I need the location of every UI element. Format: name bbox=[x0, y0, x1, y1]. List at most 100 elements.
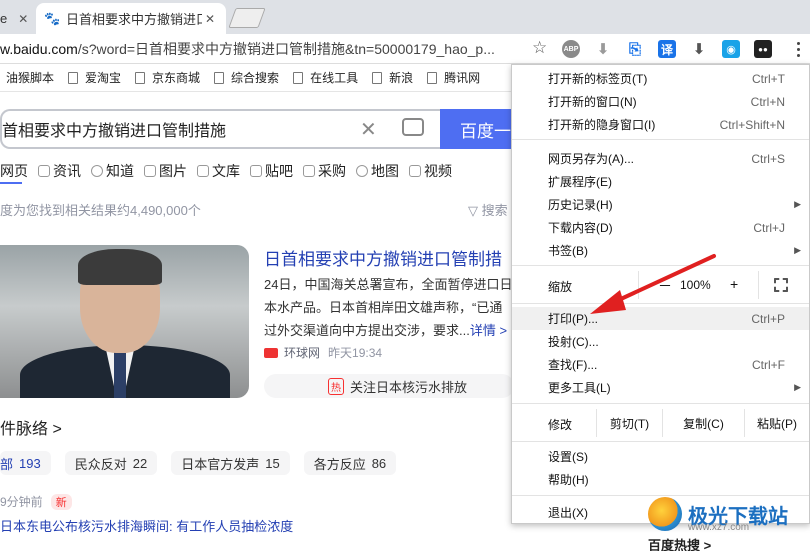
tab-news[interactable]: 资讯 bbox=[38, 161, 81, 181]
address-bar[interactable]: w.baidu.com/s?word=日首相要求中方撤销进口管制措施&tn=50… bbox=[0, 36, 555, 62]
tab-zhidao[interactable]: 知道 bbox=[91, 161, 134, 181]
download-icon[interactable]: ⬇ bbox=[690, 40, 708, 58]
map-pin-icon bbox=[356, 165, 368, 177]
search-button[interactable]: 百度一 bbox=[440, 109, 520, 149]
tab-images[interactable]: 图片 bbox=[144, 161, 187, 181]
menu-item-incognito[interactable]: 打开新的隐身窗口(I) Ctrl+Shift+N bbox=[512, 113, 809, 136]
menu-item-new-window[interactable]: 打开新的窗口(N) Ctrl+N bbox=[512, 90, 809, 113]
timeline-chip[interactable]: 部 193 bbox=[0, 451, 51, 475]
menu-separator bbox=[512, 265, 809, 266]
close-icon[interactable]: ✕ bbox=[202, 12, 218, 26]
cut-button[interactable]: 剪切(T) bbox=[596, 409, 662, 437]
hot-badge: 热 bbox=[328, 377, 344, 395]
menu-item-cast[interactable]: 投射(C)... bbox=[512, 330, 809, 353]
search-query: 首相要求中方撤销进口管制措施 bbox=[2, 123, 227, 140]
download-arrow-icon[interactable]: ⬇ bbox=[594, 40, 612, 58]
tab-strip: e ✕ 🐾 日首相要求中方撤销进口 ✕ bbox=[0, 0, 810, 34]
menu-item-downloads[interactable]: 下载内容(D) Ctrl+J bbox=[512, 216, 809, 239]
url-host: w.baidu.com bbox=[0, 41, 78, 57]
menu-item-find[interactable]: 查找(F)... Ctrl+F bbox=[512, 353, 809, 376]
submenu-arrow-icon: ▶ bbox=[794, 382, 801, 392]
menu-item-help[interactable]: 帮助(H) bbox=[512, 468, 809, 491]
chrome-menu-button[interactable] bbox=[788, 37, 808, 61]
details-link[interactable]: 详情 > bbox=[470, 323, 507, 338]
fullscreen-icon[interactable] bbox=[774, 278, 788, 292]
news-thumbnail[interactable] bbox=[0, 245, 249, 398]
page-icon bbox=[68, 71, 79, 84]
timeline-chip[interactable]: 各方反应 86 bbox=[303, 451, 397, 475]
zoom-in-button[interactable]: + bbox=[730, 276, 738, 292]
new-tab-button[interactable] bbox=[228, 8, 266, 28]
tab-active[interactable]: 🐾 日首相要求中方撤销进口 ✕ bbox=[36, 3, 226, 34]
baidu-hot-search-link[interactable]: 百度热搜 > bbox=[648, 535, 711, 551]
document-icon bbox=[197, 165, 209, 177]
menu-item-new-tab[interactable]: 打开新的标签页(T) Ctrl+T bbox=[512, 67, 809, 90]
tab-tieba[interactable]: 贴吧 bbox=[250, 161, 293, 181]
abp-icon[interactable]: ABP bbox=[562, 40, 580, 58]
news-title-link[interactable]: 日首相要求中方撤销进口管制措 bbox=[264, 245, 514, 270]
news-item-link[interactable]: 日本东电公布核污水排海瞬间: 有工作人员抽检浓度 bbox=[0, 516, 293, 535]
forum-icon bbox=[250, 165, 262, 177]
tab-previous[interactable]: e ✕ bbox=[0, 3, 36, 34]
menu-separator bbox=[512, 303, 809, 304]
bookmark-item[interactable]: 爱淘宝 bbox=[68, 69, 121, 86]
timeline-chip[interactable]: 日本官方发声 15 bbox=[171, 451, 290, 475]
play-icon bbox=[409, 165, 421, 177]
bookmark-item[interactable]: 新浪 bbox=[372, 69, 413, 86]
shopping-icon bbox=[303, 165, 315, 177]
hot-topic-pill[interactable]: 热 关注日本核污水排放 bbox=[264, 374, 514, 398]
tab-wenku[interactable]: 文库 bbox=[197, 161, 240, 181]
watermark-logo: 极光下载站 www.xz7.com bbox=[648, 494, 808, 534]
menu-item-save-page[interactable]: 网页另存为(A)... Ctrl+S bbox=[512, 147, 809, 170]
news-summary: 24日，中国海关总署宣布，全面暂停进口日本水产品。日本首相岸田文雄声称，“已通过… bbox=[264, 277, 513, 338]
page-icon bbox=[214, 71, 225, 84]
timeline-chip[interactable]: 民众反对 22 bbox=[64, 451, 158, 475]
bookmark-star-icon[interactable]: ☆ bbox=[532, 38, 547, 58]
page-icon bbox=[293, 71, 304, 84]
menu-item-bookmarks[interactable]: 书签(B) ▶ bbox=[512, 239, 809, 262]
browser-toolbar: w.baidu.com/s?word=日首相要求中方撤销进口管制措施&tn=50… bbox=[0, 34, 810, 64]
bookmark-item[interactable]: 在线工具 bbox=[293, 69, 358, 86]
menu-edit-row: 修改 剪切(T) 复制(C) 粘贴(P) bbox=[512, 409, 809, 437]
news-icon bbox=[38, 165, 50, 177]
tab-map[interactable]: 地图 bbox=[356, 161, 399, 181]
news-item-meta: 9分钟前 新 bbox=[0, 493, 72, 510]
paste-button[interactable]: 粘贴(P) bbox=[744, 409, 809, 437]
image-icon bbox=[144, 165, 156, 177]
submenu-arrow-icon: ▶ bbox=[794, 245, 801, 255]
copy-button[interactable]: 复制(C) bbox=[662, 409, 744, 437]
tab-video[interactable]: 视频 bbox=[409, 161, 452, 181]
timeline-chips: 部 193 民众反对 22 日本官方发声 15 各方反应 86 bbox=[0, 451, 410, 475]
tampermonkey-icon[interactable]: ●● bbox=[754, 40, 772, 58]
search-category-tabs: 网页 资讯 知道 图片 文库 贴吧 采购 地图 视频 bbox=[0, 161, 520, 181]
search-tools-button[interactable]: ▽ 搜索 bbox=[468, 200, 508, 219]
page-icon bbox=[372, 71, 383, 84]
menu-item-extensions[interactable]: 扩展程序(E) bbox=[512, 170, 809, 193]
result-count: 度为您找到相关结果约4,490,000个 bbox=[0, 203, 201, 218]
bookmark-item[interactable]: 京东商城 bbox=[135, 69, 200, 86]
translate-page-icon[interactable]: ⎘ bbox=[626, 40, 644, 58]
menu-item-print[interactable]: 打印(P)... Ctrl+P bbox=[512, 307, 809, 330]
search-input[interactable]: 首相要求中方撤销进口管制措施 ✕ bbox=[0, 109, 440, 149]
new-badge: 新 bbox=[50, 493, 72, 510]
clear-icon[interactable]: ✕ bbox=[360, 117, 377, 142]
bookmark-item[interactable]: 腾讯网 bbox=[427, 69, 480, 86]
bookmark-item[interactable]: 综合搜索 bbox=[214, 69, 279, 86]
zoom-out-button[interactable]: － bbox=[658, 276, 672, 296]
menu-item-settings[interactable]: 设置(S) bbox=[512, 445, 809, 468]
bookmark-item[interactable]: 油猴脚本 bbox=[6, 69, 54, 86]
menu-separator bbox=[512, 403, 809, 404]
chrome-main-menu: 打开新的标签页(T) Ctrl+T 打开新的窗口(N) Ctrl+N 打开新的隐身窗… bbox=[511, 64, 810, 524]
xz7-logo-icon bbox=[648, 497, 682, 531]
tab-caigou[interactable]: 采购 bbox=[303, 161, 346, 181]
menu-item-history[interactable]: 历史记录(H) ▶ bbox=[512, 193, 809, 216]
tab-title: e bbox=[0, 11, 8, 26]
close-icon[interactable]: ✕ bbox=[15, 12, 31, 26]
camera-icon[interactable] bbox=[402, 118, 424, 136]
timeline-title[interactable]: 件脉络 > bbox=[0, 415, 62, 439]
menu-item-more-tools[interactable]: 更多工具(L) ▶ bbox=[512, 376, 809, 399]
news-source: 环球网 昨天19:34 bbox=[264, 344, 382, 361]
tab-web[interactable]: 网页 bbox=[0, 161, 28, 181]
translate-icon[interactable]: 译 bbox=[658, 40, 676, 58]
screenshot-icon[interactable]: ◉ bbox=[722, 40, 740, 58]
